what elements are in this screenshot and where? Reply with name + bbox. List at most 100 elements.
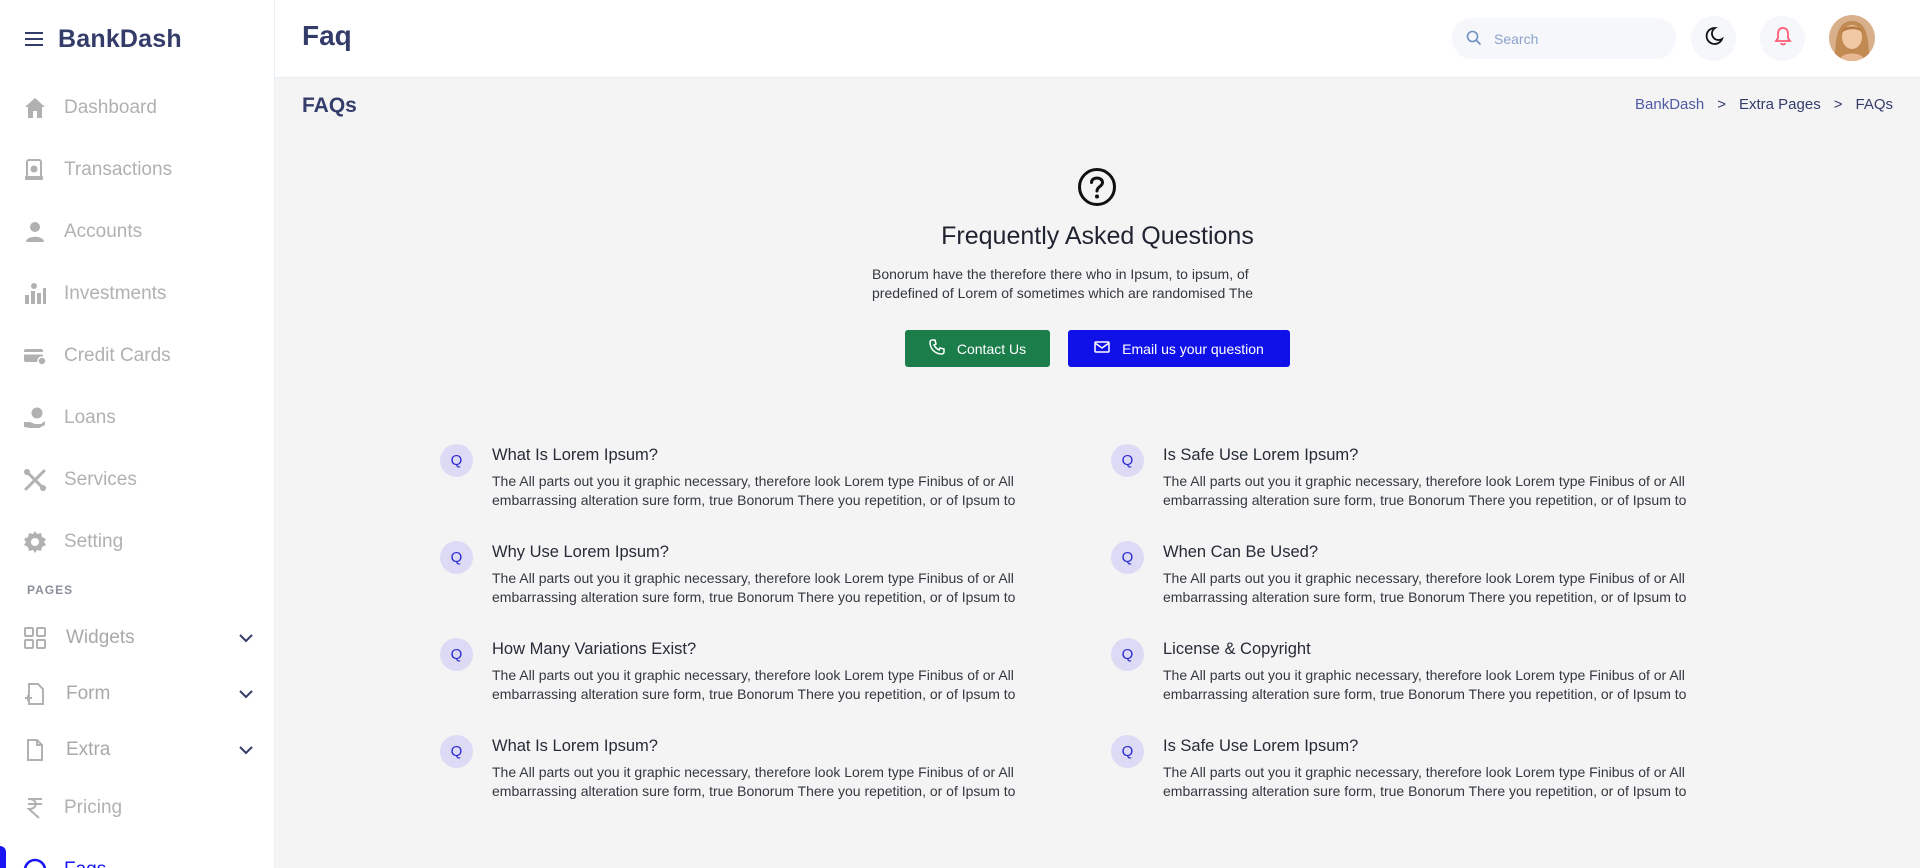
sidebar-item-pricing[interactable]: Pricing — [0, 786, 274, 830]
form-icon — [22, 681, 48, 707]
breadcrumb-link-home[interactable]: BankDash — [1635, 96, 1704, 113]
sidebar-item-faqs[interactable]: Faqs — [0, 848, 274, 868]
question-icon — [22, 857, 48, 868]
faq-question: What Is Lorem Ipsum? — [492, 737, 658, 755]
sidebar: BankDash Dashboard Transactions Accounts… — [0, 0, 275, 868]
gear-icon — [22, 529, 48, 555]
sidebar-item-label: Setting — [64, 531, 124, 552]
faq-item[interactable]: Q When Can Be Used? The All parts out yo… — [1111, 541, 1686, 611]
faq-item[interactable]: Q Is Safe Use Lorem Ipsum? The All parts… — [1111, 444, 1686, 514]
sidebar-item-form[interactable]: Form — [0, 672, 274, 716]
sidebar-item-label: Services — [64, 469, 137, 490]
faq-badge: Q — [1111, 541, 1144, 574]
email-question-button[interactable]: Email us your question — [1068, 330, 1290, 367]
contact-us-label: Contact Us — [956, 340, 1027, 357]
home-icon — [22, 95, 48, 121]
sidebar-item-label: Widgets — [66, 627, 135, 648]
phone-icon — [929, 339, 957, 358]
pages-section-label: PAGES — [27, 583, 74, 597]
investment-icon — [22, 281, 48, 307]
faq-answer: The All parts out you it graphic necessa… — [492, 473, 1016, 508]
sidebar-item-label: Form — [66, 683, 111, 704]
chevron-down-icon[interactable] — [237, 685, 255, 703]
top-header: Faq — [275, 0, 1920, 78]
faq-item[interactable]: Q License & Copyright The All parts out … — [1111, 638, 1686, 708]
sidebar-item-services[interactable]: Services — [0, 458, 274, 502]
breadcrumb-current: FAQs — [1855, 96, 1893, 113]
faq-badge: Q — [1111, 735, 1144, 768]
faq-answer: The All parts out you it graphic necessa… — [492, 764, 1016, 799]
breadcrumb-separator: > — [1833, 96, 1843, 113]
hero-description: Bonorum have the therefore there who in … — [872, 266, 1254, 301]
bell-icon — [1773, 26, 1792, 51]
faq-badge: Q — [440, 444, 473, 477]
section-title: FAQs — [302, 94, 357, 117]
sidebar-item-dashboard[interactable]: Dashboard — [0, 86, 274, 130]
chevron-down-icon[interactable] — [237, 629, 255, 647]
email-question-label: Email us your question — [1122, 340, 1264, 357]
breadcrumb-item[interactable]: Extra Pages — [1739, 96, 1821, 113]
moon-icon — [1704, 26, 1724, 51]
faq-badge: Q — [440, 541, 473, 574]
sidebar-item-loans[interactable]: Loans — [0, 396, 274, 440]
faq-question: How Many Variations Exist? — [492, 640, 697, 658]
contact-us-button[interactable]: Contact Us — [905, 330, 1050, 367]
sidebar-item-label: Faqs — [64, 859, 106, 868]
sidebar-item-widgets[interactable]: Widgets — [0, 616, 274, 660]
sidebar-item-transactions[interactable]: Transactions — [0, 148, 274, 192]
sidebar-item-label: Investments — [64, 283, 167, 304]
services-icon — [22, 467, 48, 493]
sidebar-item-credit-cards[interactable]: Credit Cards — [0, 334, 274, 378]
faq-item[interactable]: Q Is Safe Use Lorem Ipsum? The All parts… — [1111, 735, 1686, 805]
hero-title: Frequently Asked Questions — [941, 222, 1254, 250]
faq-badge: Q — [440, 735, 473, 768]
faq-answer: The All parts out you it graphic necessa… — [492, 667, 1016, 702]
faq-badge: Q — [440, 638, 473, 671]
file-icon — [22, 737, 48, 763]
sidebar-item-label: Loans — [64, 407, 116, 428]
sidebar-item-extra[interactable]: Extra — [0, 728, 274, 772]
transfer-icon — [22, 157, 48, 183]
sidebar-item-label: Pricing — [64, 797, 123, 818]
search-box[interactable] — [1452, 18, 1676, 59]
breadcrumb-separator: > — [1717, 96, 1726, 113]
sidebar-item-label: Transactions — [64, 159, 173, 180]
faq-question: Is Safe Use Lorem Ipsum? — [1163, 446, 1359, 464]
sidebar-item-label: Dashboard — [64, 97, 157, 118]
faq-question: License & Copyright — [1163, 640, 1311, 658]
sidebar-item-investments[interactable]: Investments — [0, 272, 274, 316]
faq-badge: Q — [1111, 444, 1144, 477]
widgets-icon — [22, 625, 48, 651]
faq-question: Why Use Lorem Ipsum? — [492, 543, 669, 561]
sidebar-item-setting[interactable]: Setting — [0, 520, 274, 564]
sidebar-item-label: Credit Cards — [64, 345, 171, 366]
theme-toggle-button[interactable] — [1691, 16, 1736, 61]
search-input[interactable] — [1486, 18, 1666, 59]
faq-answer: The All parts out you it graphic necessa… — [1163, 570, 1687, 605]
hamburger-menu-icon[interactable] — [22, 27, 46, 51]
avatar[interactable] — [1829, 15, 1875, 61]
faq-answer: The All parts out you it graphic necessa… — [1163, 667, 1687, 702]
page-title: Faq — [302, 20, 352, 51]
faq-item[interactable]: Q How Many Variations Exist? The All par… — [440, 638, 1015, 708]
faq-question: What Is Lorem Ipsum? — [492, 446, 658, 464]
loan-icon — [22, 405, 48, 431]
faq-item[interactable]: Q What Is Lorem Ipsum? The All parts out… — [440, 735, 1015, 805]
faq-item[interactable]: Q Why Use Lorem Ipsum? The All parts out… — [440, 541, 1015, 611]
faq-answer: The All parts out you it graphic necessa… — [492, 570, 1016, 605]
faq-question: When Can Be Used? — [1163, 543, 1319, 561]
sidebar-item-label: Extra — [66, 739, 111, 760]
search-icon — [1466, 30, 1482, 46]
breadcrumb: BankDash > Extra Pages > FAQs — [1635, 96, 1893, 113]
faq-badge: Q — [1111, 638, 1144, 671]
faq-item[interactable]: Q What Is Lorem Ipsum? The All parts out… — [440, 444, 1015, 514]
notifications-button[interactable] — [1760, 16, 1805, 61]
faq-answer: The All parts out you it graphic necessa… — [1163, 473, 1687, 508]
brand: BankDash — [22, 22, 182, 56]
chevron-down-icon[interactable] — [237, 741, 255, 759]
question-circle-icon — [1077, 167, 1117, 207]
faq-question: Is Safe Use Lorem Ipsum? — [1163, 737, 1359, 755]
rupee-icon — [22, 795, 48, 821]
brand-name[interactable]: BankDash — [58, 25, 182, 54]
faq-answer: The All parts out you it graphic necessa… — [1163, 764, 1687, 799]
